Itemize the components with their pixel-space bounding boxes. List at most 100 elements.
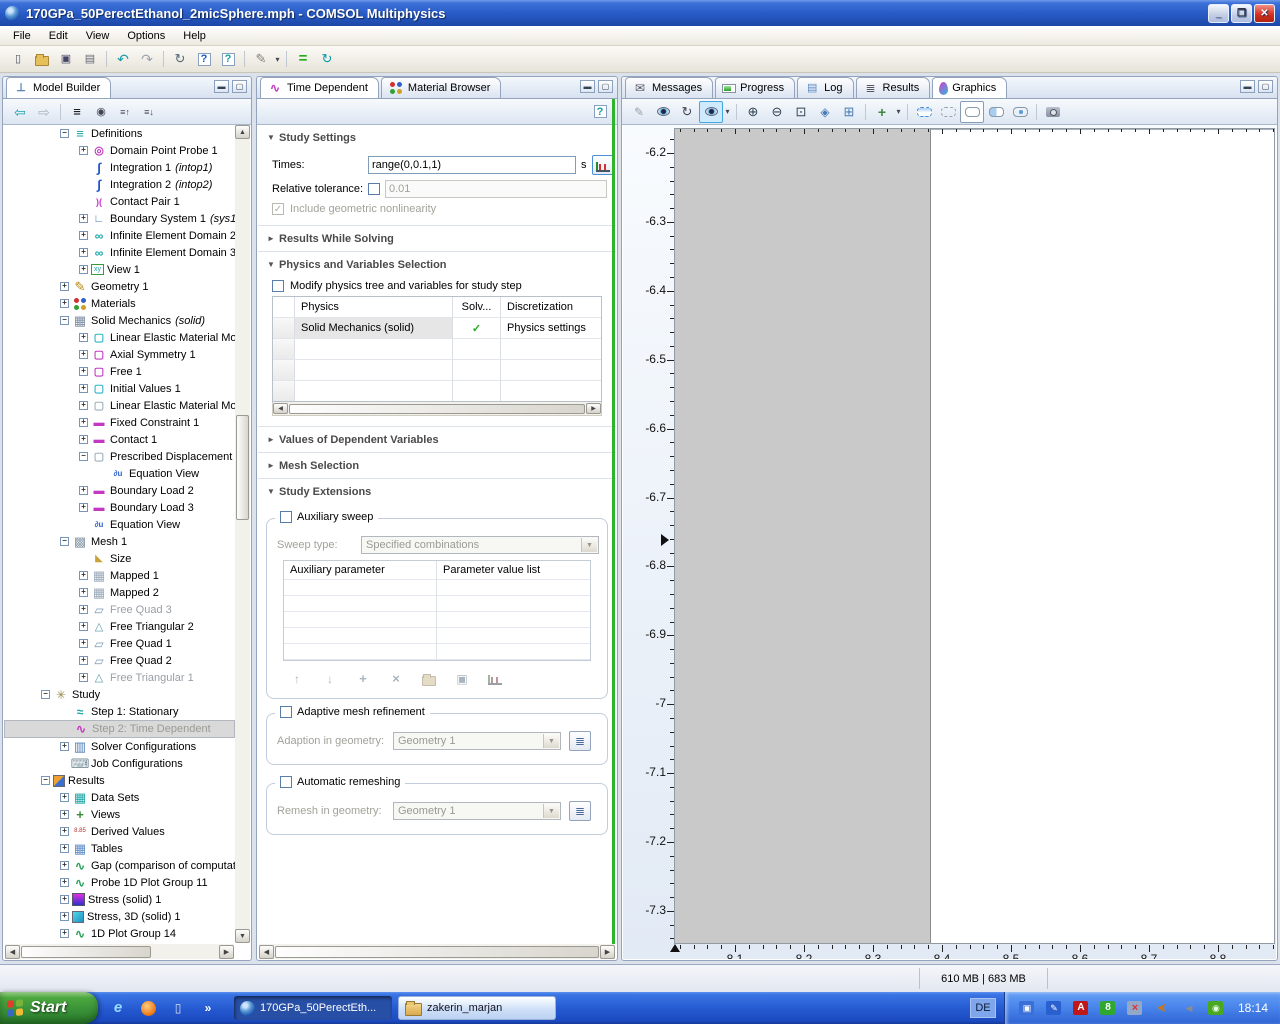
aux-save-button[interactable]: ▣	[450, 668, 474, 690]
section-study-settings[interactable]: ▼ Study Settings	[258, 125, 616, 150]
scroll-thumb[interactable]	[236, 415, 249, 520]
refresh-button[interactable]: ↻	[315, 48, 339, 70]
tree-expander-icon[interactable]: +	[60, 282, 69, 291]
scroll-thumb[interactable]	[289, 404, 585, 414]
menu-edit[interactable]: Edit	[40, 28, 77, 44]
tree-item[interactable]: −✳Study	[4, 686, 235, 703]
scroll-right-button[interactable]: ▶	[219, 945, 234, 959]
scene-light-button[interactable]	[699, 101, 723, 123]
tree-expander-icon[interactable]: +	[60, 929, 69, 938]
scroll-left-button[interactable]: ◀	[259, 945, 274, 959]
tab-material-browser[interactable]: Material Browser	[381, 77, 502, 98]
menu-view[interactable]: View	[77, 28, 119, 44]
tree-item[interactable]: +✎Geometry 1	[4, 278, 235, 295]
scroll-thumb[interactable]	[275, 946, 599, 958]
split-dot-button[interactable]	[1008, 101, 1032, 123]
show-filter-button[interactable]: ◉	[89, 101, 113, 123]
scroll-right-button[interactable]: ▶	[600, 945, 615, 959]
tree-item[interactable]: +Materials	[4, 295, 235, 312]
tree-item[interactable]: +Stress (solid) 1	[4, 891, 235, 908]
tab-model-builder[interactable]: ⊥ Model Builder	[6, 77, 111, 98]
table-cell[interactable]	[501, 339, 601, 359]
tab-time-dependent[interactable]: ∿ Time Dependent	[260, 77, 379, 98]
tree-item[interactable]: +8.85Derived Values	[4, 823, 235, 840]
dropdown-arrow-icon[interactable]: ▾	[894, 107, 903, 116]
auxiliary-sweep-checkbox[interactable]	[280, 511, 292, 523]
table-cell[interactable]	[501, 381, 601, 401]
table-cell[interactable]	[295, 360, 453, 380]
tree-expander-icon[interactable]: +	[60, 878, 69, 887]
tab-log[interactable]: ▤ Log	[797, 77, 853, 98]
tray-quickset-button[interactable]: 8	[1096, 997, 1120, 1019]
tray-tools-button[interactable]: ✎	[1042, 997, 1066, 1019]
settings-help-button[interactable]: ?	[588, 101, 612, 123]
aux-table-cell[interactable]	[437, 580, 590, 595]
aux-table-cell[interactable]	[284, 628, 437, 643]
title-bar[interactable]: 170GPa_50PerectEthanol_2micSphere.mph - …	[0, 0, 1280, 26]
remesh-list-button[interactable]: ≣	[569, 801, 591, 821]
tab-progress[interactable]: Progress	[715, 77, 795, 98]
table-cell[interactable]	[273, 381, 295, 401]
tree-item[interactable]: +▢Free 1	[4, 363, 235, 380]
tree-expander-icon[interactable]: +	[79, 673, 88, 682]
scroll-right-button[interactable]: ▶	[586, 403, 601, 414]
tree-expander-icon[interactable]: +	[60, 895, 69, 904]
tree-item[interactable]: ∂uEquation View	[4, 465, 235, 482]
tree-horizontal-scrollbar[interactable]: ◀ ▶	[5, 944, 234, 959]
splitter-arrow-icon[interactable]	[661, 534, 669, 546]
move-down-button[interactable]: ≡↓	[137, 101, 161, 123]
tree-item[interactable]: −Results	[4, 772, 235, 789]
aux-delete-button[interactable]: ×	[384, 668, 408, 690]
tree-expander-icon[interactable]: +	[79, 231, 88, 240]
open-button[interactable]	[30, 48, 54, 70]
tree-item[interactable]: +▦Tables	[4, 840, 235, 857]
section-results-while-solving[interactable]: ► Results While Solving	[258, 225, 616, 251]
tree-item[interactable]: +▱Free Quad 3	[4, 601, 235, 618]
tree-item[interactable]: +Stress, 3D (solid) 1	[4, 908, 235, 925]
zoom-box-button[interactable]: ⊡	[789, 101, 813, 123]
menu-help[interactable]: Help	[174, 28, 215, 44]
tree-item[interactable]: +▦Mapped 2	[4, 584, 235, 601]
forward-button[interactable]: ⇨	[32, 101, 56, 123]
tree-expander-icon[interactable]: +	[79, 588, 88, 597]
tree-expander-icon[interactable]: +	[60, 912, 69, 921]
tree-item[interactable]: +∞Infinite Element Domain 2	[4, 227, 235, 244]
equal-bars-button[interactable]: =	[291, 48, 315, 70]
menu-options[interactable]: Options	[118, 28, 174, 44]
sweep-type-select[interactable]: Specified combinations ▼	[361, 536, 599, 554]
back-button[interactable]: ⇦	[8, 101, 32, 123]
tree-item[interactable]: +xyView 1	[4, 261, 235, 278]
table-cell[interactable]	[273, 339, 295, 359]
clock[interactable]: 18:14	[1238, 1001, 1268, 1015]
aux-table-cell[interactable]	[437, 612, 590, 627]
close-window-button[interactable]: ✕	[1254, 4, 1275, 23]
section-mesh-selection[interactable]: ► Mesh Selection	[258, 452, 616, 478]
tree-item[interactable]: −▢Prescribed Displacement 2	[4, 448, 235, 465]
tree-expander-icon[interactable]: +	[60, 793, 69, 802]
maximize-panel-button[interactable]: ▢	[232, 80, 247, 93]
tree-expander-icon[interactable]: +	[60, 861, 69, 870]
aux-table-cell[interactable]	[284, 580, 437, 595]
tree-item[interactable]: +▱Free Quad 2	[4, 652, 235, 669]
zoom-in-button[interactable]: ⊕	[741, 101, 765, 123]
table-cell[interactable]	[501, 360, 601, 380]
adaption-geometry-select[interactable]: Geometry 1 ▼	[393, 732, 561, 750]
minimize-panel-button[interactable]: ▬	[214, 80, 229, 93]
minimize-panel-button[interactable]: ▬	[580, 80, 595, 93]
tree-item[interactable]: +∿	[4, 942, 235, 943]
settings-horizontal-scrollbar[interactable]: ◀ ▶	[259, 944, 615, 959]
tree-expander-icon[interactable]: +	[79, 486, 88, 495]
aux-table-cell[interactable]	[437, 596, 590, 611]
tree-item[interactable]: +▥Solver Configurations	[4, 738, 235, 755]
table-cell[interactable]	[273, 360, 295, 380]
tree-item[interactable]: ≈Step 1: Stationary	[4, 703, 235, 720]
tree-item[interactable]: +▬Boundary Load 2	[4, 482, 235, 499]
table-cell[interactable]	[453, 339, 501, 359]
move-up-button[interactable]: ≡↑	[113, 101, 137, 123]
aux-add-button[interactable]: +	[351, 668, 375, 690]
tray-nvidia-button[interactable]: ◉	[1204, 997, 1228, 1019]
aux-load-button[interactable]	[417, 668, 441, 690]
table-cell[interactable]	[453, 381, 501, 401]
aux-table-cell[interactable]	[284, 612, 437, 627]
tree-item[interactable]: ∂uEquation View	[4, 516, 235, 533]
